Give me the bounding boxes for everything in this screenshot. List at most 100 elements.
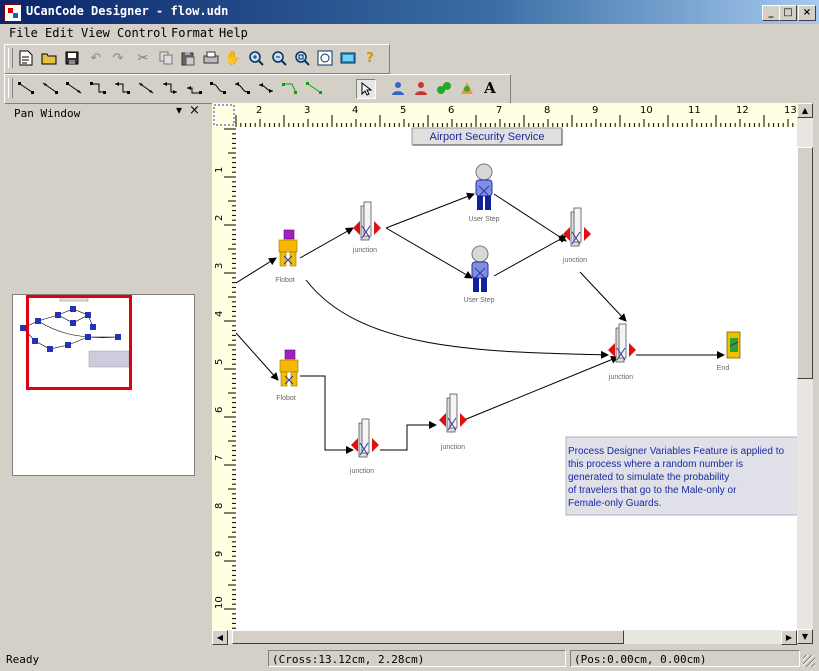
link-curve-both-icon[interactable] <box>257 79 275 97</box>
new-icon[interactable] <box>17 49 35 67</box>
link-arrow-start-icon[interactable] <box>41 79 59 97</box>
close-button[interactable]: × <box>798 5 816 21</box>
zoom-fit-icon[interactable] <box>293 49 311 67</box>
note-line: Female-only Guards. <box>568 498 661 509</box>
menu-control[interactable]: Control <box>117 26 168 40</box>
menu-bar: File Edit View Control Format Help <box>0 24 819 42</box>
ruler-top-label: 4 <box>352 105 358 116</box>
title-bar[interactable]: UCanCode Designer - flow.udn _ □ × <box>0 0 819 24</box>
ruler-top-label: 5 <box>400 105 406 116</box>
menu-format[interactable]: Format <box>171 26 214 40</box>
note-line: generated to simulate the probability <box>568 472 729 483</box>
vertical-ruler: 1 2 3 4 5 6 7 8 9 10 <box>212 127 237 630</box>
status-cross: (Cross:13.12cm, 2.28cm) <box>268 650 566 667</box>
app-icon[interactable] <box>4 4 22 22</box>
link-ortho-arrow-icon[interactable] <box>113 79 131 97</box>
zoom-page-icon[interactable] <box>316 49 334 67</box>
zoom-in-icon[interactable] <box>247 49 265 67</box>
flobot-node-2[interactable] <box>279 349 299 387</box>
pan-hand-icon[interactable]: ✋ <box>224 49 242 67</box>
diagram-canvas[interactable]: Airport Security Service Flobot junction… <box>236 127 797 630</box>
scroll-down-button[interactable]: ▼ <box>797 629 813 644</box>
minimize-button[interactable]: _ <box>762 5 780 21</box>
toolbar-grip[interactable] <box>8 78 13 98</box>
ruler-left-label: 8 <box>214 503 225 509</box>
copy-icon[interactable] <box>157 49 175 67</box>
ruler-top-label: 13 <box>784 105 797 116</box>
junction-node-2[interactable] <box>562 207 592 247</box>
pan-viewport-frame[interactable] <box>26 295 132 390</box>
flobot-node-1[interactable] <box>278 229 298 267</box>
link-toolbar: A <box>4 74 511 104</box>
pan-close-button[interactable]: × <box>189 103 200 118</box>
resize-grip[interactable] <box>803 655 815 667</box>
vertical-scroll-thumb[interactable] <box>797 147 813 379</box>
link-ortho-icon[interactable] <box>89 79 107 97</box>
diagram-links <box>236 192 725 454</box>
ruler-top-label: 3 <box>304 105 310 116</box>
link-both-arrow-icon[interactable] <box>137 79 155 97</box>
menu-view[interactable]: View <box>81 26 110 40</box>
paste-icon[interactable] <box>179 49 197 67</box>
user-step-icon[interactable] <box>389 79 407 97</box>
ruler-left-label: 5 <box>214 359 225 365</box>
menu-help[interactable]: Help <box>219 26 248 40</box>
text-tool-icon[interactable]: A <box>481 79 499 97</box>
open-folder-icon[interactable] <box>40 49 58 67</box>
status-bar: Ready (Cross:13.12cm, 2.28cm) (Pos:0.00c… <box>0 647 819 671</box>
layout-icon[interactable] <box>339 49 357 67</box>
process-icon[interactable] <box>458 79 476 97</box>
link-curve-arrow-icon[interactable] <box>233 79 251 97</box>
end-node[interactable] <box>726 331 741 359</box>
note-line: this process where a random number is <box>568 459 743 470</box>
note-line: of travelers that go to the Male-only or <box>568 485 737 496</box>
scroll-left-button[interactable]: ◀ <box>212 630 228 645</box>
horizontal-scroll-thumb[interactable] <box>232 630 624 644</box>
status-ready: Ready <box>6 653 40 666</box>
user-step-node-1[interactable] <box>475 163 493 211</box>
status-pos: (Pos:0.00cm, 0.00cm) <box>570 650 800 667</box>
pan-pin-button[interactable]: ▾ <box>176 103 182 117</box>
ruler-left-label: 10 <box>214 596 225 609</box>
menu-edit[interactable]: Edit <box>45 26 74 40</box>
undo-icon[interactable]: ↶ <box>87 49 105 67</box>
ruler-top-label: 11 <box>688 105 701 116</box>
junction-node-5[interactable] <box>438 393 468 433</box>
link-step-icon[interactable] <box>185 79 203 97</box>
vertical-scrollbar[interactable]: ▲ ▼ <box>797 103 813 644</box>
link-straight-icon[interactable] <box>17 79 35 97</box>
maximize-button[interactable]: □ <box>779 5 797 21</box>
user-step-node-2[interactable] <box>471 245 489 293</box>
window-title: UCanCode Designer - flow.udn <box>26 4 229 18</box>
group-icon[interactable] <box>435 79 453 97</box>
ruler-left-label: 7 <box>214 455 225 461</box>
horizontal-scrollbar[interactable]: ◀ ▶ <box>212 630 797 645</box>
save-icon[interactable] <box>63 49 81 67</box>
zoom-out-icon[interactable] <box>270 49 288 67</box>
node-label: User Step <box>468 216 499 223</box>
redo-icon[interactable]: ↷ <box>109 49 127 67</box>
select-pointer-icon[interactable] <box>356 79 376 99</box>
ruler-top-label: 6 <box>448 105 454 116</box>
junction-node-1[interactable] <box>352 201 382 241</box>
link-bezier-icon[interactable] <box>305 79 323 97</box>
link-curve-icon[interactable] <box>209 79 227 97</box>
pan-preview[interactable] <box>12 294 195 476</box>
pan-window-header: Pan Window ▾ × <box>4 103 204 123</box>
user-red-icon[interactable] <box>412 79 430 97</box>
ruler-left-label: 3 <box>214 263 225 269</box>
toolbar-grip[interactable] <box>8 48 13 68</box>
node-label: Flobot <box>276 395 296 402</box>
link-arrow-end-icon[interactable] <box>65 79 83 97</box>
junction-node-4[interactable] <box>350 418 380 458</box>
menu-file[interactable]: File <box>9 26 38 40</box>
link-polyline-icon[interactable] <box>281 79 299 97</box>
scroll-right-button[interactable]: ▶ <box>781 630 797 645</box>
cut-icon[interactable]: ✂ <box>134 49 152 67</box>
scroll-up-button[interactable]: ▲ <box>797 103 813 118</box>
junction-node-3[interactable] <box>607 323 637 363</box>
node-label: junction <box>562 257 587 264</box>
help-icon[interactable]: ? <box>361 49 379 67</box>
print-icon[interactable] <box>202 49 220 67</box>
link-ortho-both-icon[interactable] <box>161 79 179 97</box>
